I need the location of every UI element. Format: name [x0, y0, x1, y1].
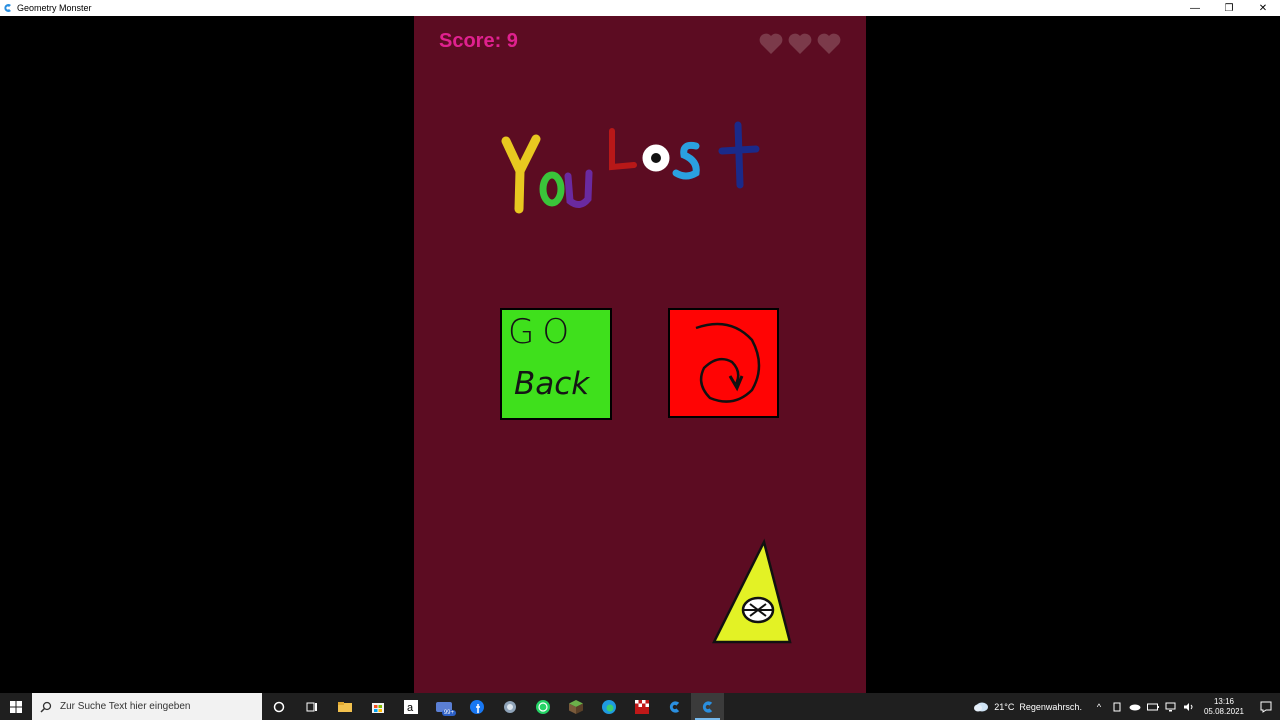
geometry-monster-icon [669, 700, 679, 713]
app-icon [503, 700, 516, 713]
notification-icon [1260, 701, 1272, 713]
taskbar-search-box[interactable]: Zur Suche Text hier eingeben [32, 693, 262, 720]
go-back-button[interactable]: GO Back [500, 308, 612, 420]
mail-badge: 99+ [441, 710, 456, 716]
file-explorer-icon [337, 701, 352, 712]
battery-icon[interactable] [1146, 700, 1160, 714]
weather-temp: 21°C [994, 701, 1015, 712]
lives-display [758, 32, 842, 56]
edge-button[interactable] [592, 693, 625, 720]
weather-widget[interactable]: 21°C Regenwahrsch. [973, 701, 1082, 712]
edge-icon [601, 699, 616, 714]
task-view-button[interactable] [295, 693, 328, 720]
app-button[interactable] [493, 693, 526, 720]
search-placeholder: Zur Suche Text hier eingeben [60, 701, 191, 712]
search-icon [40, 701, 52, 713]
heart-icon [817, 33, 841, 54]
go-back-line2: Back [514, 366, 590, 402]
chevron-up-icon[interactable]: ^ [1092, 700, 1106, 714]
onedrive-icon[interactable] [1128, 700, 1142, 714]
amazon-icon: a [403, 699, 418, 714]
retry-button[interactable] [668, 308, 779, 418]
file-explorer-button[interactable] [328, 693, 361, 720]
taskbar-clock[interactable]: 13:16 05.08.2021 [1204, 697, 1244, 717]
cloud-icon [974, 702, 989, 712]
geometry-monster-button[interactable] [658, 693, 691, 720]
window-titlebar: Geometry Monster — ❐ ✕ [0, 0, 1280, 16]
geometry-monster-active-button[interactable] [691, 693, 724, 720]
windows-logo-icon [10, 700, 22, 713]
game-button[interactable] [625, 693, 658, 720]
svg-text:a: a [407, 702, 414, 714]
task-view-icon [306, 702, 317, 711]
window-title: Geometry Monster [17, 3, 92, 13]
store-icon [371, 703, 384, 713]
game-icon [634, 699, 649, 714]
weather-desc: Regenwahrsch. [1019, 701, 1082, 712]
facebook-button[interactable] [460, 693, 493, 720]
go-back-line1: GO [508, 312, 578, 352]
whatsapp-button[interactable] [526, 693, 559, 720]
triangle-monster-character [712, 538, 792, 644]
you-lost-title-logo [501, 121, 760, 214]
start-button[interactable] [0, 693, 32, 720]
close-button[interactable]: ✕ [1246, 0, 1280, 16]
store-button[interactable] [361, 693, 394, 720]
volume-icon[interactable] [1182, 700, 1196, 714]
geometry-monster-active-icon [702, 700, 712, 713]
heart-icon [788, 33, 812, 54]
amazon-button[interactable]: a [394, 693, 427, 720]
notification-center-button[interactable] [1252, 693, 1280, 720]
maximize-button[interactable]: ❐ [1212, 0, 1246, 16]
windows-taskbar: Zur Suche Text hier eingeben a 99+ 21°C … [0, 693, 1280, 720]
cortana-button[interactable] [262, 693, 295, 720]
minecraft-icon [568, 699, 583, 714]
clock-time: 13:16 [1213, 696, 1234, 706]
cortana-icon [273, 701, 284, 712]
heart-icon [759, 33, 783, 54]
device-icon[interactable] [1110, 700, 1124, 714]
app-logo-icon [4, 4, 11, 12]
minecraft-button[interactable] [559, 693, 592, 720]
minimize-button[interactable]: — [1178, 0, 1212, 16]
whatsapp-icon [535, 699, 550, 714]
system-tray: 21°C Regenwahrsch. ^ 13:16 05.08.2021 [973, 693, 1280, 720]
clock-date: 05.08.2021 [1203, 706, 1244, 716]
restart-spiral-icon [695, 322, 761, 403]
network-icon[interactable] [1164, 700, 1178, 714]
facebook-icon [469, 699, 484, 714]
mail-button[interactable]: 99+ [427, 693, 460, 720]
score-label: Score: 9 [439, 30, 518, 52]
game-screen: Score: 9 GO Back [414, 16, 866, 693]
